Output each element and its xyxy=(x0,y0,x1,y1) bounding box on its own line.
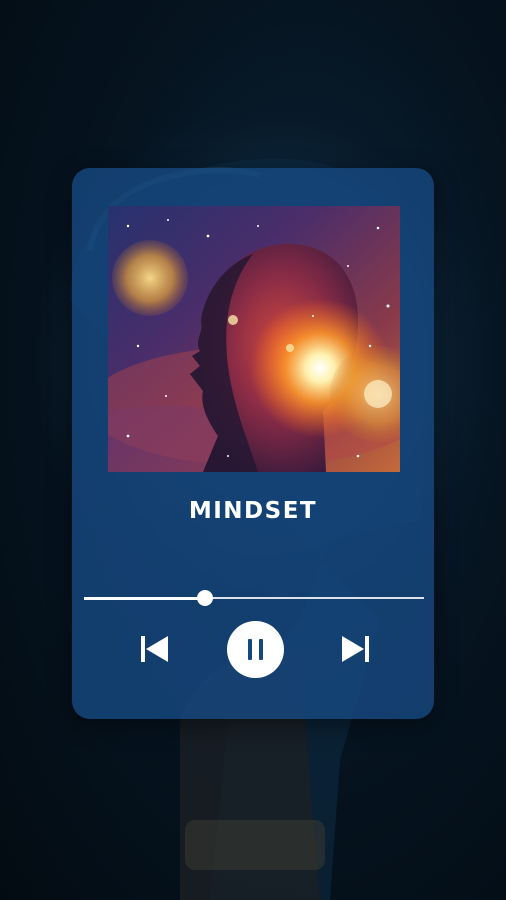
app-screen: MINDSET xyxy=(0,0,506,900)
pause-button[interactable] xyxy=(227,621,284,678)
pause-icon xyxy=(248,639,263,660)
track-title: MINDSET xyxy=(188,498,318,524)
album-art-image xyxy=(108,206,400,472)
previous-track-button[interactable] xyxy=(140,633,170,665)
next-track-button[interactable] xyxy=(340,633,370,665)
music-player-card: MINDSET xyxy=(72,168,434,719)
skip-next-icon xyxy=(342,636,369,662)
progress-fill xyxy=(84,596,205,600)
progress-thumb[interactable] xyxy=(196,590,213,606)
progress-slider[interactable] xyxy=(84,590,424,606)
skip-previous-icon xyxy=(141,636,168,662)
